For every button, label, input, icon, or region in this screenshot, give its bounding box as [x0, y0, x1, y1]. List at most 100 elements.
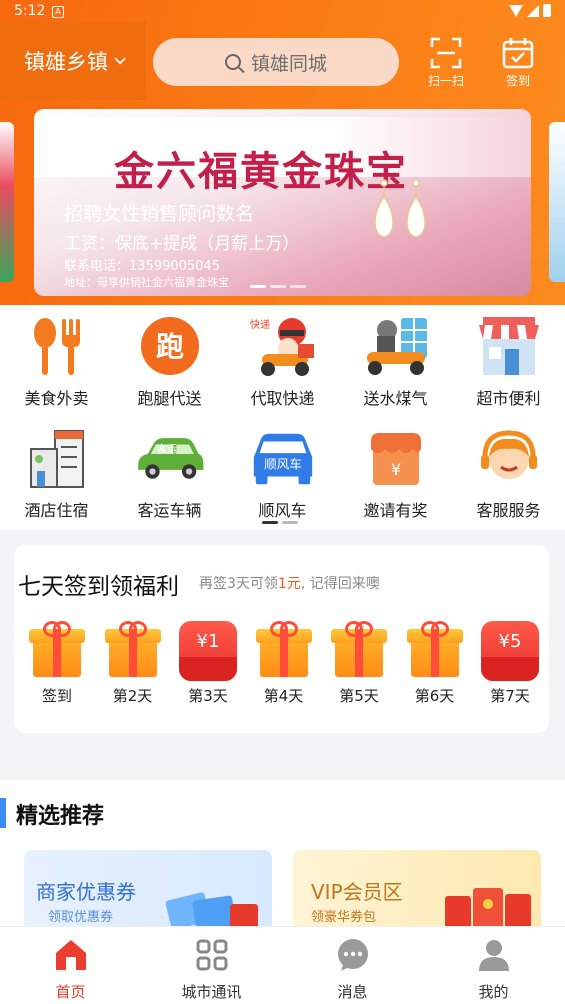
nav-city-contacts[interactable]: 城市通讯 [141, 935, 282, 1002]
red-packet-amount: ¥1 [196, 631, 220, 652]
nav-messages[interactable]: 消息 [282, 935, 423, 1002]
service-label: 顺风车 [258, 501, 307, 520]
search-icon [224, 54, 241, 70]
red-packet-flap [179, 657, 237, 681]
signin-day-label: 第3天 [188, 687, 228, 705]
service-label: 邀请有奖 [363, 501, 428, 520]
passenger-car-icon: 客运 [135, 425, 205, 491]
gift-box-icon [331, 621, 387, 679]
service-support[interactable]: 客服服务 [452, 425, 565, 521]
service-supermarket[interactable]: 超市便利 [452, 313, 565, 409]
wifi-icon [509, 4, 523, 17]
search-placeholder: 镇雄同城 [250, 52, 327, 75]
chevron-down-icon [114, 53, 126, 65]
red-packet-flap [481, 657, 539, 681]
service-label: 跑腿代送 [137, 389, 202, 408]
signal-icon [527, 4, 539, 17]
banner-line-1: 招聘女性销售顾问数名 [64, 203, 255, 225]
user-icon [474, 935, 514, 975]
signin-day[interactable]: ¥1 第3天 [175, 621, 241, 706]
battery-icon [543, 4, 551, 17]
store-icon [474, 313, 544, 379]
signin-day-label: 第7天 [490, 687, 530, 705]
banner-dot[interactable] [250, 285, 266, 288]
signin-card[interactable]: 七天签到领福利 再签3天可领1元, 记得回来噢 签到 第2天 ¥1 第3天 第4天 第5天… [14, 545, 549, 733]
banner-dot[interactable] [270, 285, 286, 288]
fork-spoon-icon [22, 313, 92, 379]
promo-title: 商家优惠券 [36, 880, 136, 904]
gift-box-icon [29, 621, 85, 679]
banner-line-2: 工资：保底+提成（月薪上万） [64, 234, 300, 254]
location-selector[interactable]: 镇雄乡镇 [0, 22, 146, 100]
services-pagination [262, 521, 298, 524]
signin-day-label: 第6天 [414, 687, 455, 705]
signin-day-label: 第2天 [112, 687, 153, 705]
subtitle-prefix: 再签3天可领 [199, 576, 278, 592]
banner-dot[interactable] [290, 285, 306, 288]
subtitle-suffix: , 记得回来噢 [300, 576, 380, 592]
recommend-section: 精选推荐 商家优惠券 领取优惠券 VIP会员区 领豪华券包 [0, 780, 565, 930]
section-accent-bar [0, 798, 6, 828]
system-icons [509, 4, 551, 17]
coupon-icon [165, 892, 258, 930]
invite-icon-text: ¥ [390, 460, 400, 479]
hotel-icon [22, 425, 92, 491]
signin-day-label: 签到 [41, 687, 72, 705]
scan-button[interactable]: 扫一扫 [421, 36, 471, 89]
service-errand[interactable]: 跑 跑腿代送 [113, 313, 226, 409]
banner-pagination [250, 285, 306, 288]
nav-label: 我的 [478, 983, 509, 1001]
service-invite[interactable]: ¥ 邀请有奖 [339, 425, 452, 521]
service-label: 客运车辆 [137, 501, 202, 520]
red-packet-icon: ¥1 [179, 621, 237, 681]
promo-coupons[interactable]: 商家优惠券 领取优惠券 [24, 850, 272, 930]
signin-button[interactable]: 签到 [493, 36, 543, 89]
rideshare-car-icon: 顺风车 [248, 425, 318, 491]
nav-label: 城市通讯 [181, 983, 242, 1001]
signin-day[interactable]: 第5天 [326, 621, 392, 706]
service-label: 客服服务 [476, 501, 541, 520]
service-label: 酒店住宿 [24, 501, 89, 520]
promo-vip[interactable]: VIP会员区 领豪华券包 [293, 850, 541, 930]
nav-home[interactable]: 首页 [0, 935, 141, 1002]
service-passenger[interactable]: 客运 客运车辆 [113, 425, 226, 521]
services-grid: 美食外卖 跑 跑腿代送 快递 代取快递 送水煤气 超市便利 酒店住宿 客运 客运… [0, 305, 565, 530]
page-dot-active [262, 521, 278, 524]
promo-title: VIP会员区 [311, 880, 403, 904]
courier-icon: 快递 [248, 313, 318, 379]
gift-box-icon [255, 621, 312, 679]
service-water-gas[interactable]: 送水煤气 [339, 313, 452, 409]
nav-label: 消息 [337, 983, 368, 1001]
signin-day[interactable]: 第6天 [402, 621, 468, 706]
signin-day[interactable]: 签到 [24, 621, 90, 706]
signin-day[interactable]: ¥5 第7天 [477, 621, 543, 706]
service-label: 美食外卖 [24, 389, 89, 408]
gift-box-icon [406, 621, 463, 679]
red-packet-amount: ¥5 [498, 631, 522, 652]
signin-card-title: 七天签到领福利 [18, 574, 179, 600]
calendar-check-icon [502, 38, 534, 69]
courier-icon-text: 快递 [250, 318, 270, 331]
banner-carousel[interactable]: 金六福黄金珠宝 招聘女性销售顾问数名 工资：保底+提成（月薪上万） 联系电话：1… [34, 109, 531, 296]
service-food[interactable]: 美食外卖 [0, 313, 113, 409]
service-courier[interactable]: 快递 代取快递 [226, 313, 339, 409]
service-hotel[interactable]: 酒店住宿 [0, 425, 113, 521]
signin-day[interactable]: 第2天 [100, 621, 166, 706]
earrings-icon [374, 179, 426, 238]
passenger-icon-text: 客运 [156, 442, 177, 455]
signin-day-label: 第4天 [263, 687, 304, 705]
location-label: 镇雄乡镇 [24, 50, 108, 74]
service-rideshare[interactable]: 顺风车 顺风车 [226, 425, 339, 521]
search-bar[interactable]: 镇雄同城 [153, 38, 399, 86]
signin-day[interactable]: 第4天 [251, 621, 317, 706]
service-label: 超市便利 [476, 389, 541, 408]
banner-next-peek[interactable] [549, 122, 565, 282]
page-dot [282, 521, 298, 524]
signin-label: 签到 [505, 74, 530, 88]
scan-label: 扫一扫 [427, 74, 464, 88]
nav-profile[interactable]: 我的 [423, 935, 564, 1002]
banner-prev-peek[interactable] [0, 122, 14, 282]
bottom-nav: 首页 城市通讯 消息 我的 [0, 926, 565, 1004]
notification-a-icon: A [52, 6, 64, 18]
rideshare-icon-text: 顺风车 [264, 457, 302, 472]
